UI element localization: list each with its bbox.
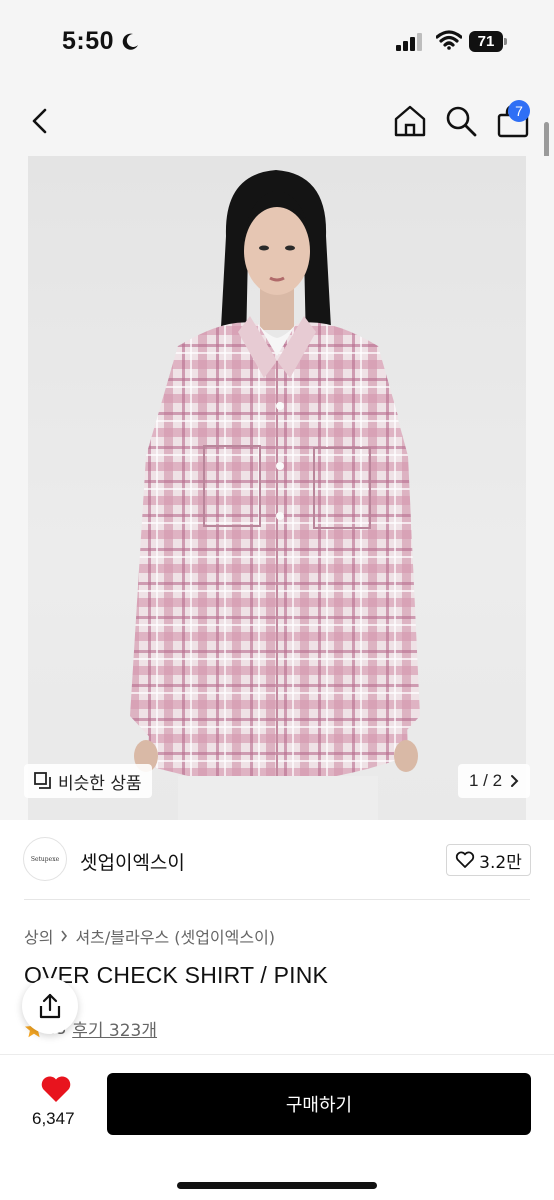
page-indicator: 1 / 2 [468,771,503,790]
battery-cap [504,38,507,45]
home-indicator[interactable] [177,1182,377,1189]
bottom-action-bar: 6,347 구매하기 [0,1055,554,1200]
heart-icon[interactable] [40,1075,72,1103]
status-time: 5:50 [62,27,115,55]
copy-icon [34,772,51,789]
brand-like-button[interactable]: 3.2만 [446,844,531,876]
image-pager[interactable]: 1 / 2 [458,764,530,798]
heart-outline-icon [455,851,475,868]
brand-row[interactable]: Setupexe 셋업이엑스이 3.2만 [0,820,554,900]
status-bar: 5:50 71 [0,0,554,84]
breadcrumb: 상의 셔츠/블라우스 (셋업이엑스이) [24,924,275,948]
similar-products-button[interactable]: 비슷한 상품 [24,764,152,798]
share-button[interactable] [22,978,78,1034]
brand-logo[interactable]: Setupexe [23,837,67,881]
share-icon [39,993,61,1019]
brand-like-count: 3.2만 [479,852,522,873]
like-count: 6,347 [32,1109,75,1128]
back-icon[interactable] [26,106,54,136]
divider [24,899,530,900]
chevron-right-icon [511,775,519,787]
chevron-right-icon [61,930,68,942]
home-icon[interactable] [392,104,428,138]
search-icon[interactable] [444,104,478,138]
battery-level: 71 [469,31,503,52]
product-image-carousel[interactable] [0,156,554,820]
brand-name[interactable]: 셋업이엑스이 [80,848,185,875]
cart-count-badge: 7 [508,100,530,122]
signal-icon [396,33,422,51]
buy-button[interactable]: 구매하기 [107,1073,531,1135]
review-count-link[interactable]: 후기 323개 [72,1016,157,1041]
top-nav [0,84,554,156]
moon-icon [122,33,138,50]
battery-icon: 71 [469,31,507,52]
wifi-icon [436,30,462,50]
breadcrumb-category[interactable]: 상의 [24,924,53,948]
similar-products-label: 비슷한 상품 [58,773,142,794]
product-title: OVER CHECK SHIRT / PINK [24,962,329,988]
product-photo [28,156,526,820]
breadcrumb-subcategory[interactable]: 셔츠/블라우스 (셋업이엑스이) [75,924,275,948]
